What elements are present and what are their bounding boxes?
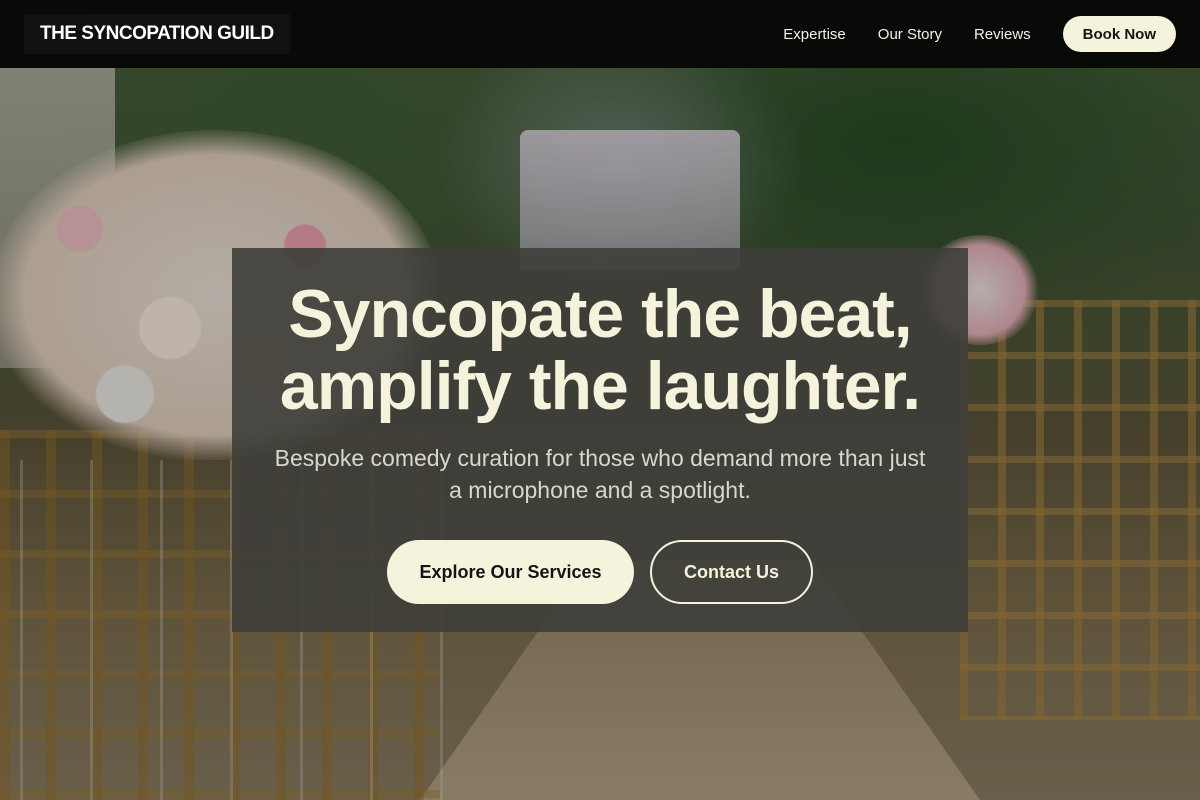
contact-us-button[interactable]: Contact Us [650,540,813,604]
nav-link-our-story[interactable]: Our Story [878,26,942,43]
book-now-button[interactable]: Book Now [1062,16,1176,52]
hero-title-line-2: amplify the laughter. [279,348,921,424]
brand-logo[interactable]: THE SYNCOPATION GUILD [24,14,290,54]
nav-link-expertise[interactable]: Expertise [783,26,846,43]
main-navigation: Expertise Our Story Reviews Book Now [783,16,1176,52]
page: THE SYNCOPATION GUILD Expertise Our Stor… [0,0,1200,800]
nav-link-reviews[interactable]: Reviews [974,26,1031,43]
hero-card: Syncopate the beat, amplify the laughter… [232,248,968,632]
explore-services-button[interactable]: Explore Our Services [387,540,634,604]
hero-subtitle: Bespoke comedy curation for those who de… [274,445,926,503]
hero-actions: Explore Our Services Contact Us [232,540,968,604]
top-navigation-bar: THE SYNCOPATION GUILD Expertise Our Stor… [0,0,1200,68]
hero-title-line-1: Syncopate the beat, [288,276,912,352]
hero-title: Syncopate the beat, amplify the laughter… [232,278,968,422]
